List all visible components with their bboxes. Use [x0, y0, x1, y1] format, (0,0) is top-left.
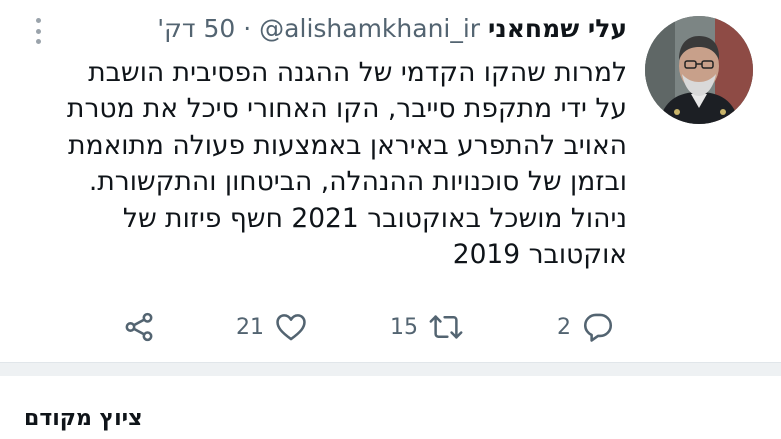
- tweet-text-line: האויב להתפרע באיראן באמצעות פעולה מתואמת: [68, 129, 627, 161]
- reply-count: 2: [557, 314, 571, 340]
- retweet-icon: [429, 315, 463, 339]
- tweet-actions: 21 15 2: [0, 305, 781, 349]
- tweet-text-line: אוקטובר 2019: [452, 239, 627, 271]
- author-name[interactable]: עלי שמחאני: [488, 14, 627, 43]
- share-icon: [125, 312, 153, 342]
- avatar[interactable]: [645, 16, 753, 124]
- like-button[interactable]: 21: [236, 305, 308, 349]
- more-options-button[interactable]: [28, 16, 48, 46]
- section-divider: [0, 362, 781, 376]
- tweet-text-line: ניהול מושכל באוקטובר 2021 חשף פיזות של: [122, 202, 627, 234]
- reply-button[interactable]: 2: [557, 305, 615, 349]
- header-separator: ·: [243, 14, 252, 43]
- tweet-text-line: ובזמן של סוכנויות ההנהלה, הביטחון והתקשו…: [88, 166, 627, 198]
- tweet-text: למרות שהקו הקדמי של ההגנה הפסיבית הושבת …: [27, 55, 627, 273]
- tweet-header: עלי שמחאני @alishamkhani_ir · 50 דק': [157, 12, 627, 46]
- like-count: 21: [236, 314, 264, 340]
- retweet-button[interactable]: 15: [390, 305, 464, 349]
- tweet-text-line: על ידי מתקפת סייבר, הקו האחורי סיכל את מ…: [67, 93, 627, 125]
- tweet-text-line: למרות שהקו הקדמי של ההגנה הפסיבית הושבת: [88, 57, 627, 88]
- section-title: ציוץ מקודם: [24, 406, 143, 431]
- more-vertical-icon: [35, 18, 41, 23]
- more-vertical-icon-dot: [35, 39, 41, 44]
- retweet-count: 15: [390, 314, 418, 340]
- reply-bubble-icon: [583, 313, 613, 342]
- share-button[interactable]: [122, 305, 156, 349]
- avatar-portrait-icon: [645, 16, 753, 124]
- pinned-section: ציוץ מקודם: [0, 376, 781, 439]
- more-vertical-icon-dot: [35, 28, 41, 34]
- tweet-timestamp[interactable]: 50 דק': [157, 14, 235, 43]
- tweet-card[interactable]: עלי שמחאני @alishamkhani_ir · 50 דק' למר…: [0, 0, 781, 362]
- author-handle[interactable]: @alishamkhani_ir: [259, 14, 480, 43]
- heart-icon: [276, 314, 306, 341]
